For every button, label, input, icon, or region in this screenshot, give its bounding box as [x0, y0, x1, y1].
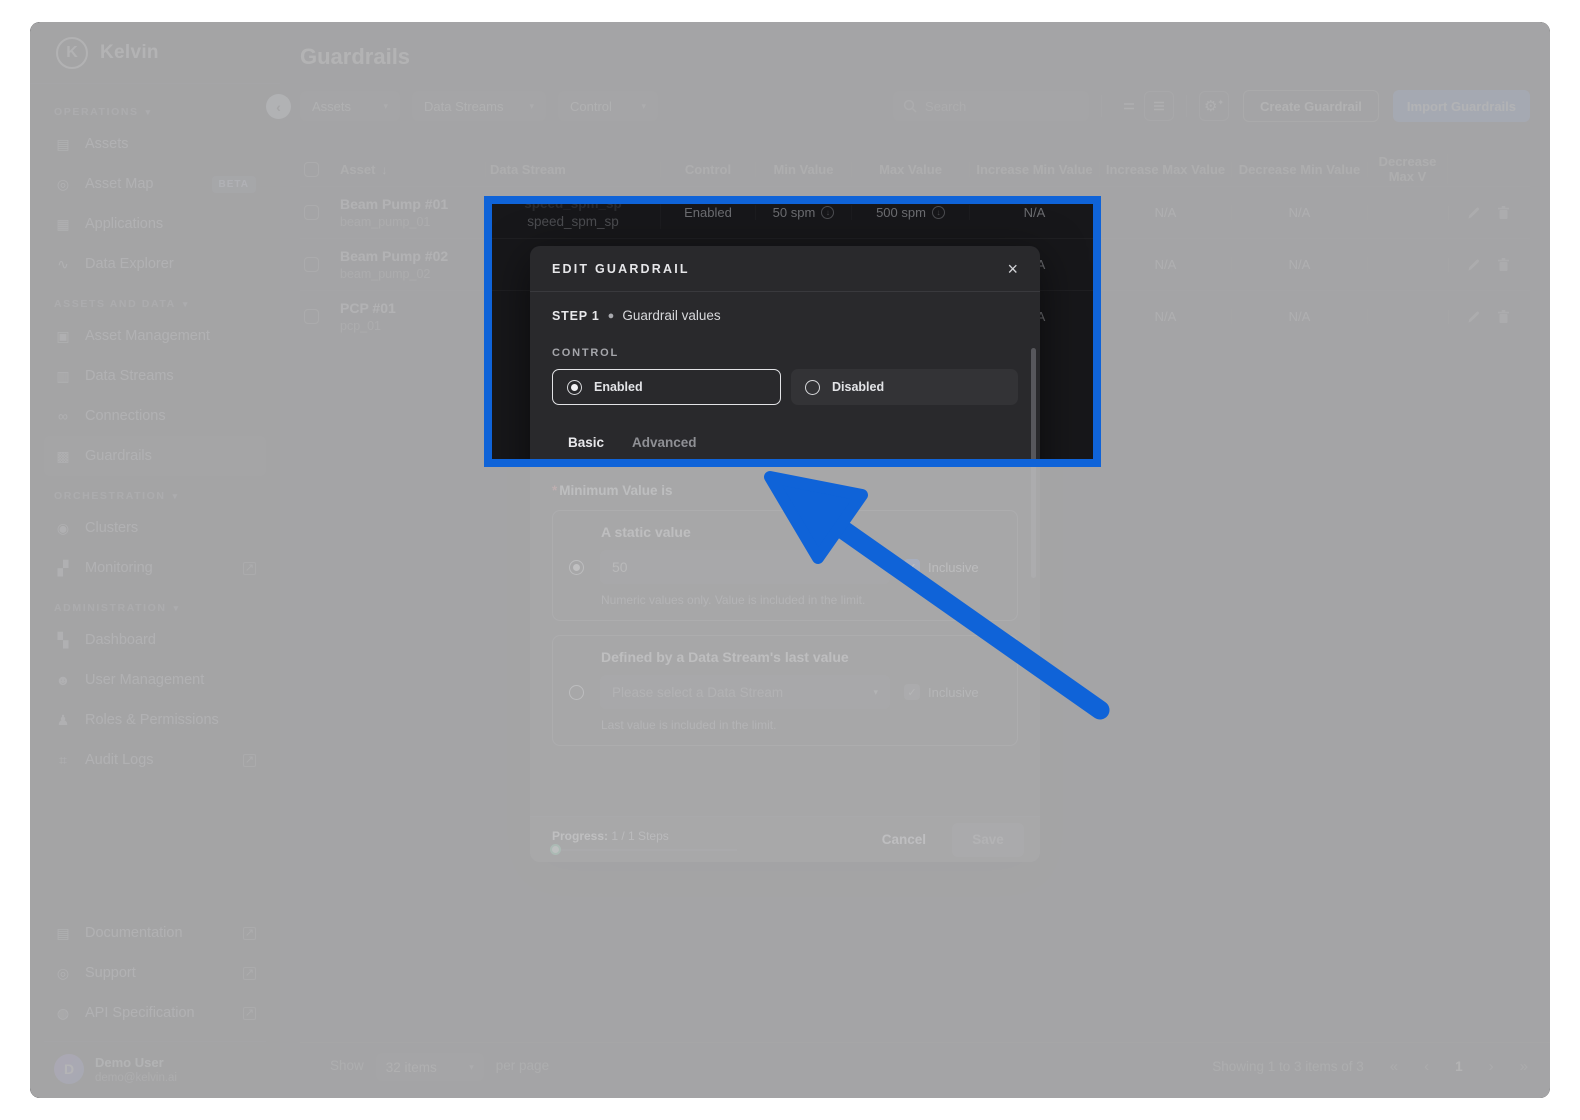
dim-overlay [1101, 197, 1550, 467]
dim-overlay [30, 197, 485, 467]
annotation-arrow [740, 450, 1140, 750]
dim-overlay [30, 22, 1550, 197]
highlight-rectangle [484, 196, 1101, 467]
